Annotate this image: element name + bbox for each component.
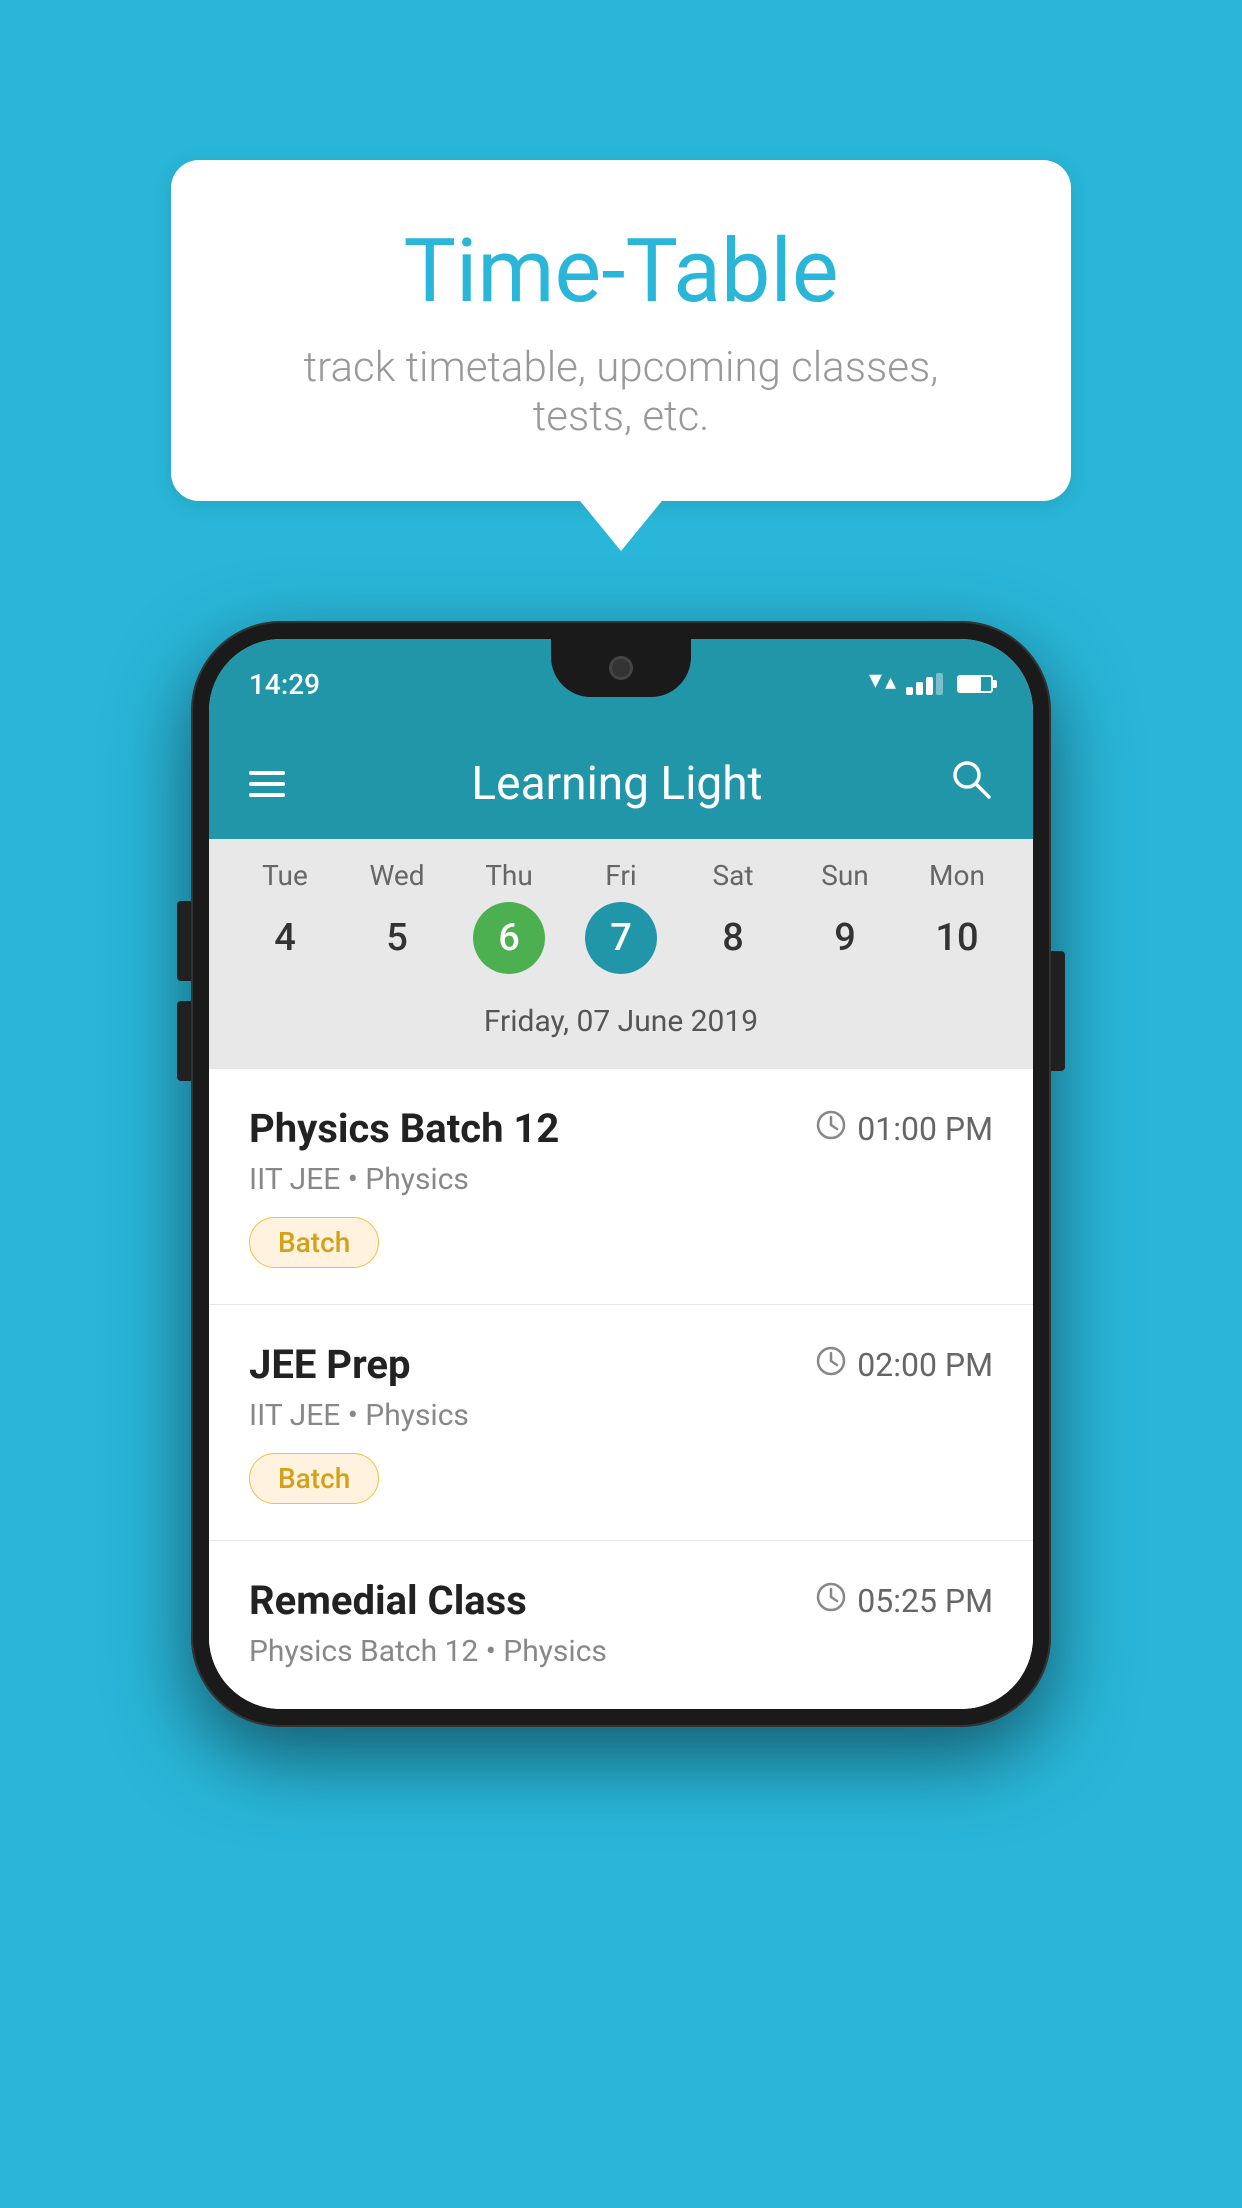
notch bbox=[551, 639, 691, 697]
day-num-tue: 4 bbox=[249, 902, 321, 974]
selected-date-label: Friday, 07 June 2019 bbox=[209, 988, 1033, 1059]
day-num-fri: 7 bbox=[585, 902, 657, 974]
status-time: 14:29 bbox=[249, 668, 320, 701]
day-col-mon[interactable]: Mon 10 bbox=[907, 859, 1007, 974]
clock-icon-2 bbox=[815, 1345, 847, 1385]
day-num-wed: 5 bbox=[361, 902, 433, 974]
day-col-tue[interactable]: Tue 4 bbox=[235, 859, 335, 974]
bubble-title: Time-Table bbox=[251, 220, 991, 323]
day-label-mon: Mon bbox=[929, 859, 985, 892]
schedule-item-2-header: JEE Prep 02:00 PM bbox=[249, 1341, 993, 1388]
schedule-item-1-header: Physics Batch 12 01:00 PM bbox=[249, 1105, 993, 1152]
day-label-tue: Tue bbox=[262, 859, 308, 892]
days-row: Tue 4 Wed 5 Thu 6 Fri 7 bbox=[209, 859, 1033, 974]
phone-screen: 14:29 ▾ ▴ bbox=[209, 639, 1033, 1709]
clock-icon-3 bbox=[815, 1581, 847, 1621]
schedule-meta-1: IIT JEE • Physics bbox=[249, 1162, 993, 1197]
day-label-wed: Wed bbox=[369, 859, 424, 892]
schedule-item-1[interactable]: Physics Batch 12 01:00 PM bbox=[209, 1069, 1033, 1305]
day-col-fri[interactable]: Fri 7 bbox=[571, 859, 671, 974]
menu-button[interactable] bbox=[249, 771, 285, 797]
schedule-time-text-3: 05:25 PM bbox=[857, 1582, 993, 1620]
schedule-badge-2: Batch bbox=[249, 1453, 379, 1504]
app-header: Learning Light bbox=[209, 729, 1033, 839]
side-button-vol-up bbox=[177, 901, 191, 981]
day-label-fri: Fri bbox=[605, 859, 636, 892]
status-icons: ▾ ▴ bbox=[869, 673, 993, 695]
schedule-meta-2: IIT JEE • Physics bbox=[249, 1398, 993, 1433]
schedule-meta-3: Physics Batch 12 • Physics bbox=[249, 1634, 993, 1669]
schedule-time-1: 01:00 PM bbox=[815, 1109, 993, 1149]
app-title: Learning Light bbox=[471, 757, 762, 811]
day-num-mon: 10 bbox=[921, 902, 993, 974]
schedule-time-3: 05:25 PM bbox=[815, 1581, 993, 1621]
status-bar: 14:29 ▾ ▴ bbox=[209, 639, 1033, 729]
calendar-strip: Tue 4 Wed 5 Thu 6 Fri 7 bbox=[209, 839, 1033, 1069]
speech-bubble: Time-Table track timetable, upcoming cla… bbox=[171, 160, 1071, 501]
day-label-sun: Sun bbox=[821, 859, 869, 892]
phone-mockup: 14:29 ▾ ▴ bbox=[191, 621, 1051, 1727]
schedule-title-1: Physics Batch 12 bbox=[249, 1105, 559, 1152]
schedule-item-3-header: Remedial Class 05:25 PM bbox=[249, 1577, 993, 1624]
wifi-icon: ▾ ▴ bbox=[869, 673, 896, 695]
day-label-thu: Thu bbox=[485, 859, 533, 892]
day-col-wed[interactable]: Wed 5 bbox=[347, 859, 447, 974]
day-col-thu[interactable]: Thu 6 bbox=[459, 859, 559, 974]
clock-icon-1 bbox=[815, 1109, 847, 1149]
day-num-sun: 9 bbox=[809, 902, 881, 974]
day-num-thu: 6 bbox=[473, 902, 545, 974]
search-button[interactable] bbox=[949, 757, 993, 812]
schedule-title-2: JEE Prep bbox=[249, 1341, 410, 1388]
day-col-sun[interactable]: Sun 9 bbox=[795, 859, 895, 974]
front-camera bbox=[609, 656, 633, 680]
day-col-sat[interactable]: Sat 8 bbox=[683, 859, 783, 974]
phone-outer: 14:29 ▾ ▴ bbox=[191, 621, 1051, 1727]
side-button-power bbox=[1051, 951, 1065, 1071]
side-button-vol-down bbox=[177, 1001, 191, 1081]
schedule-list: Physics Batch 12 01:00 PM bbox=[209, 1069, 1033, 1709]
schedule-item-2[interactable]: JEE Prep 02:00 PM bbox=[209, 1305, 1033, 1541]
schedule-badge-1: Batch bbox=[249, 1217, 379, 1268]
schedule-time-text-2: 02:00 PM bbox=[857, 1346, 993, 1384]
signal-icon bbox=[906, 673, 943, 695]
schedule-time-text-1: 01:00 PM bbox=[857, 1110, 993, 1148]
schedule-time-2: 02:00 PM bbox=[815, 1345, 993, 1385]
day-num-sat: 8 bbox=[697, 902, 769, 974]
schedule-item-3[interactable]: Remedial Class 05:25 PM bbox=[209, 1541, 1033, 1709]
bubble-subtitle: track timetable, upcoming classes, tests… bbox=[251, 343, 991, 441]
schedule-title-3: Remedial Class bbox=[249, 1577, 527, 1624]
day-label-sat: Sat bbox=[712, 859, 753, 892]
battery-icon bbox=[957, 675, 993, 693]
